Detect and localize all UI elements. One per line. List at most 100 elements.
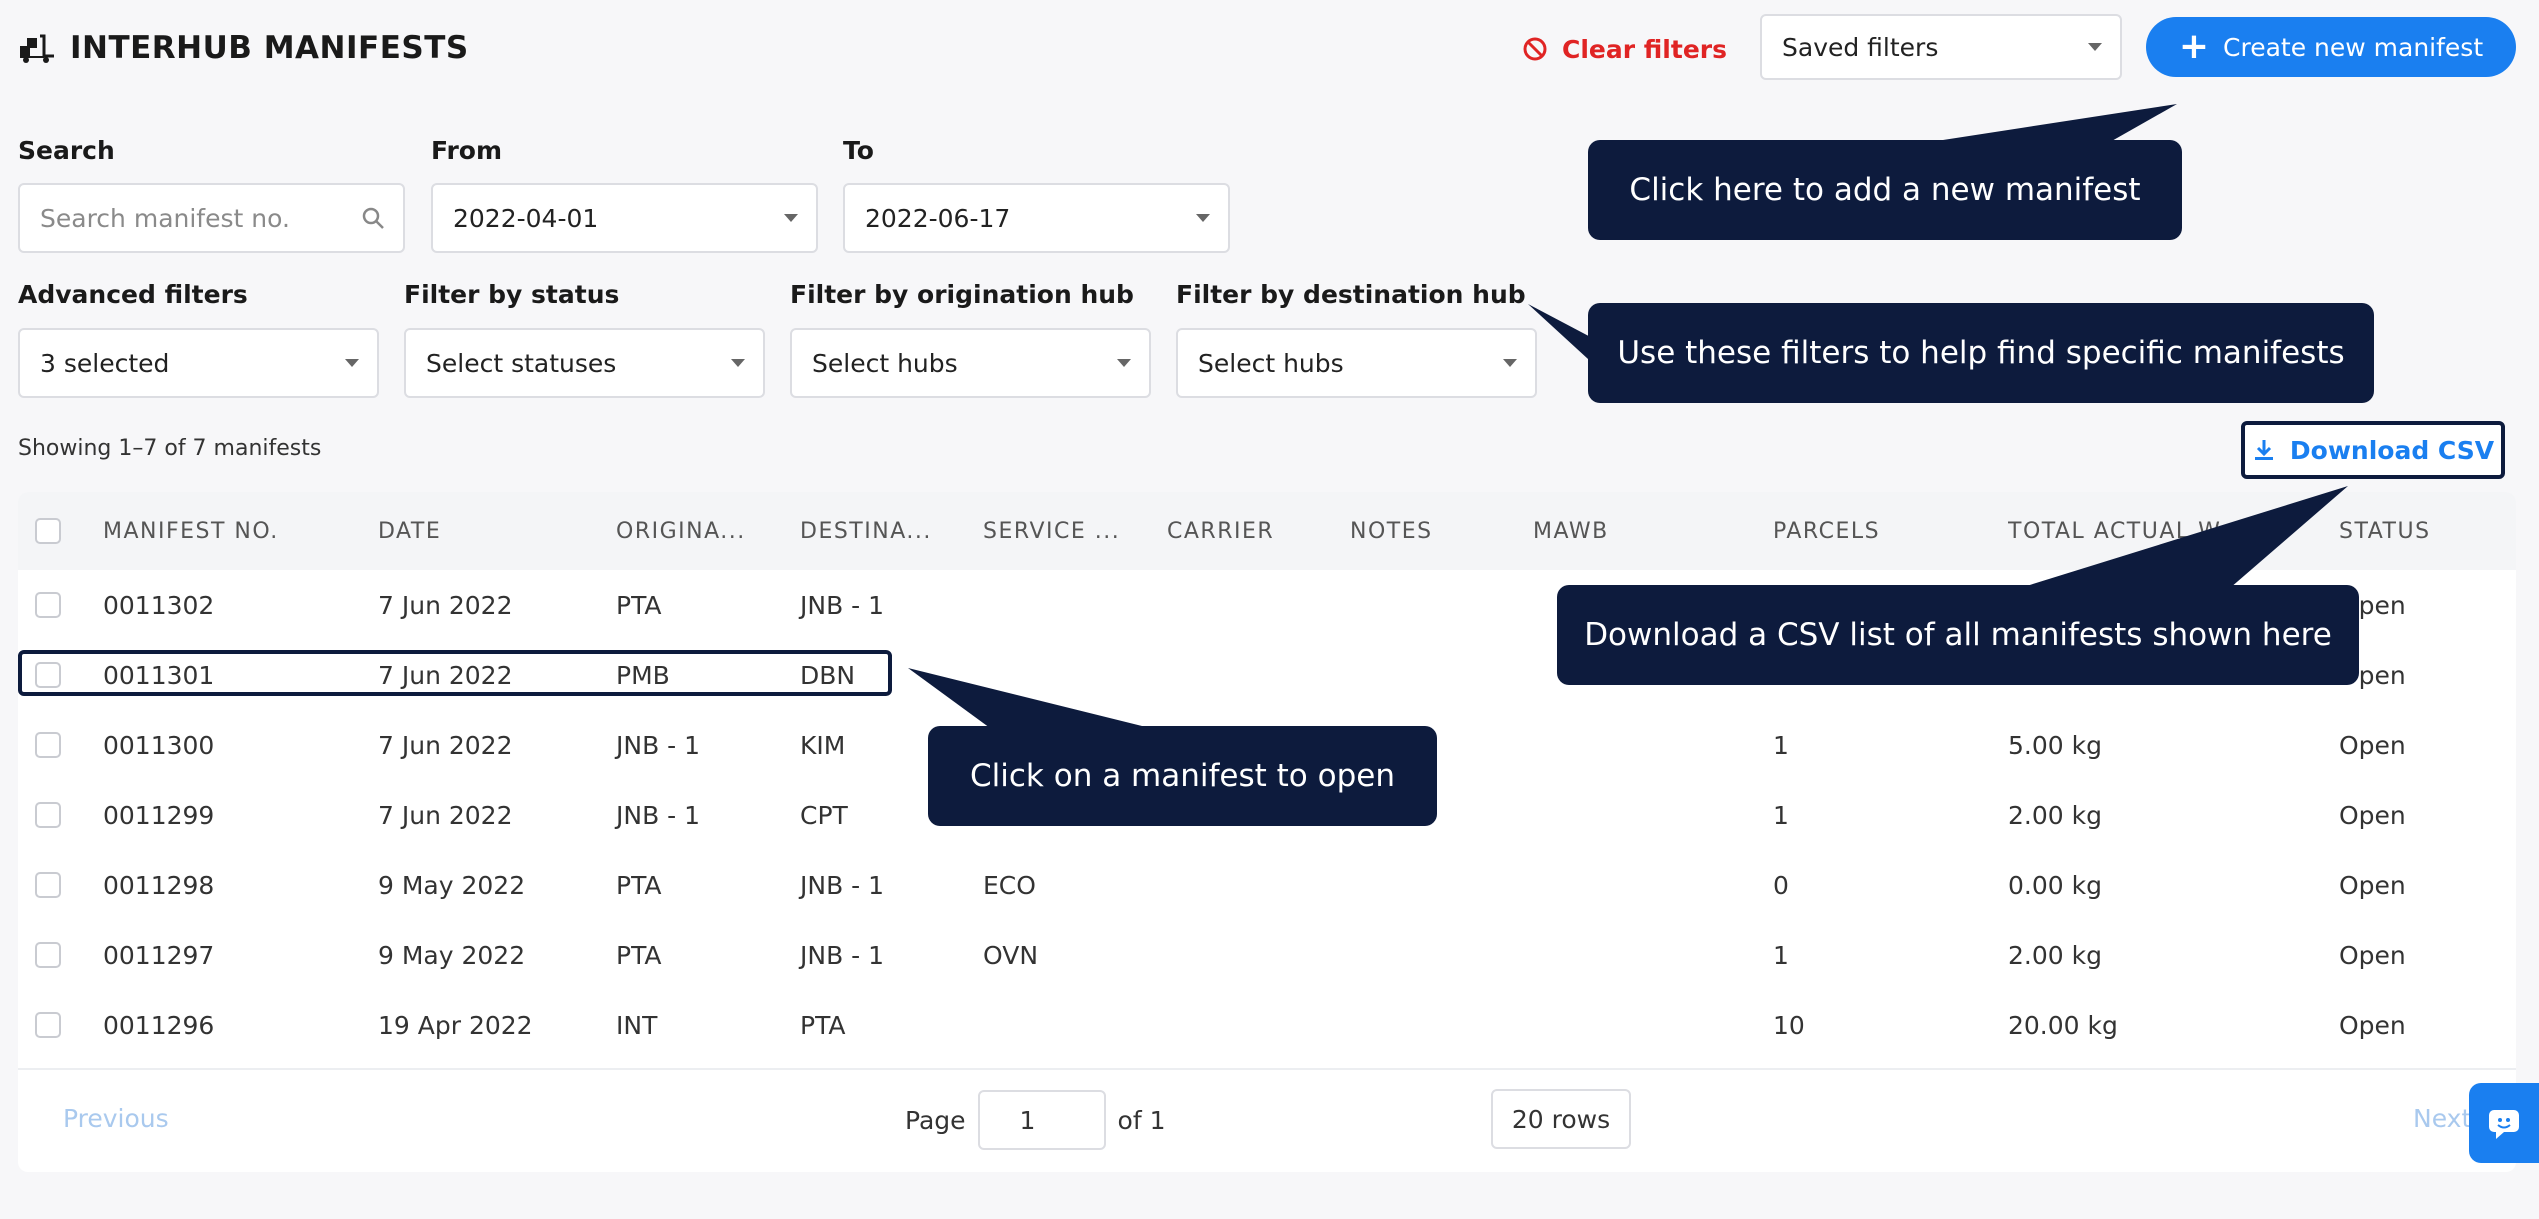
- cell-parcels: 10: [1773, 1010, 1805, 1040]
- previous-page-button[interactable]: Previous: [63, 1104, 169, 1133]
- cell-parcels: 1: [1773, 940, 1789, 970]
- to-date-select[interactable]: 2022-06-17: [843, 183, 1230, 253]
- cell-parcels: 1: [1773, 800, 1789, 830]
- saved-filters-select[interactable]: Saved filters: [1760, 14, 2122, 80]
- plus-icon: +: [2178, 26, 2210, 67]
- cell-parcels: 0: [1773, 870, 1789, 900]
- advanced-filters-label: Advanced filters: [18, 280, 248, 309]
- page-indicator: Page 1 of 1: [905, 1090, 1166, 1150]
- cell-origin: JNB - 1: [616, 800, 701, 830]
- status-filter-select[interactable]: Select statuses: [404, 328, 765, 398]
- cell-destination: KIM: [800, 730, 846, 760]
- create-callout-pointer: [1930, 104, 2177, 142]
- table-row[interactable]: 0011297 9 May 2022 PTA JNB - 1 OVN 1 2.00 kg Op…: [18, 920, 2516, 990]
- cell-date: 19 Apr 2022: [378, 1010, 533, 1040]
- table-row[interactable]: 0011298 9 May 2022 PTA JNB - 1 ECO 0 0.00 kg Op…: [18, 850, 2516, 920]
- warehouse-cart-icon: [20, 34, 54, 63]
- clear-filters-button[interactable]: Clear filters: [1522, 30, 1727, 68]
- page-total: of 1: [1117, 1105, 1166, 1135]
- table-header: MANIFEST NO. DATE ORIGINA... DESTINA... …: [18, 492, 2516, 570]
- pager-divider: [18, 1068, 2516, 1070]
- row-checkbox[interactable]: [35, 802, 61, 828]
- to-date-value: 2022-06-17: [865, 203, 1011, 233]
- cell-weight: 2.00 kg: [2008, 800, 2102, 830]
- column-header-service[interactable]: SERVICE ...: [983, 492, 1143, 570]
- cell-service: ECO: [983, 870, 1036, 900]
- chevron-down-icon: [345, 359, 359, 367]
- row-checkbox[interactable]: [35, 592, 61, 618]
- search-label: Search: [18, 136, 115, 165]
- column-header-carrier[interactable]: CARRIER: [1167, 492, 1327, 570]
- destination-filter-label: Filter by destination hub: [1176, 280, 1526, 309]
- chat-icon: [2489, 1110, 2519, 1139]
- row-checkbox[interactable]: [35, 942, 61, 968]
- cell-destination: JNB - 1: [800, 870, 885, 900]
- filters-callout: Use these filters to help find specific …: [1588, 303, 2374, 403]
- cell-status: Open: [2339, 870, 2406, 900]
- chevron-down-icon: [1117, 359, 1131, 367]
- column-header-manifest[interactable]: MANIFEST NO.: [103, 492, 353, 570]
- create-manifest-label: Create new manifest: [2223, 32, 2484, 62]
- cell-date: 9 May 2022: [378, 870, 526, 900]
- from-date-value: 2022-04-01: [453, 203, 599, 233]
- page-title: INTERHUB MANIFESTS: [70, 30, 469, 66]
- cell-date: 7 Jun 2022: [378, 590, 513, 620]
- cell-parcels: 1: [1773, 730, 1789, 760]
- destination-hub-select[interactable]: Select hubs: [1176, 328, 1537, 398]
- search-input[interactable]: [40, 203, 340, 233]
- rows-per-page-select[interactable]: 20 rows: [1491, 1089, 1631, 1149]
- row-checkbox[interactable]: [35, 732, 61, 758]
- search-icon[interactable]: [361, 206, 385, 230]
- create-manifest-button[interactable]: + Create new manifest: [2146, 17, 2516, 77]
- column-header-notes[interactable]: NOTES: [1350, 492, 1510, 570]
- chevron-down-icon: [784, 214, 798, 222]
- next-page-button[interactable]: Next: [2413, 1104, 2471, 1133]
- destination-hub-value: Select hubs: [1198, 348, 1344, 378]
- column-header-status[interactable]: STATUS: [2339, 492, 2499, 570]
- saved-filters-value: Saved filters: [1782, 32, 1939, 62]
- to-label: To: [843, 136, 874, 165]
- row-checkbox[interactable]: [35, 1012, 61, 1038]
- origin-hub-select[interactable]: Select hubs: [790, 328, 1151, 398]
- cell-manifest-no: 0011296: [103, 1010, 215, 1040]
- origin-filter-label: Filter by origination hub: [790, 280, 1134, 309]
- table-row[interactable]: 0011296 19 Apr 2022 INT PTA 10 20.00 kg Open: [18, 990, 2516, 1060]
- cell-service: OVN: [983, 940, 1039, 970]
- chevron-down-icon: [1196, 214, 1210, 222]
- cell-destination: PTA: [800, 1010, 846, 1040]
- cell-origin: PTA: [616, 870, 662, 900]
- cell-weight: 2.00 kg: [2008, 940, 2102, 970]
- cell-weight: 5.00 kg: [2008, 730, 2102, 760]
- row-highlight-frame: [18, 650, 892, 696]
- select-all-checkbox[interactable]: [35, 518, 61, 544]
- cell-date: 7 Jun 2022: [378, 800, 513, 830]
- page-number-input[interactable]: 1: [977, 1090, 1106, 1150]
- column-header-mawb[interactable]: MAWB: [1533, 492, 1733, 570]
- advanced-filters-value: 3 selected: [40, 348, 170, 378]
- advanced-filters-select[interactable]: 3 selected: [18, 328, 379, 398]
- from-label: From: [431, 136, 503, 165]
- column-header-destination[interactable]: DESTINA...: [800, 492, 960, 570]
- clear-filters-label: Clear filters: [1562, 34, 1727, 64]
- status-filter-value: Select statuses: [426, 348, 617, 378]
- download-icon: [2254, 440, 2273, 460]
- cell-destination: CPT: [800, 800, 848, 830]
- chevron-down-icon: [2088, 43, 2102, 51]
- cell-weight: 0.00 kg: [2008, 870, 2102, 900]
- create-manifest-callout: Click here to add a new manifest: [1588, 140, 2182, 240]
- chat-widget-button[interactable]: [2469, 1083, 2539, 1163]
- download-csv-button[interactable]: Download CSV: [2241, 421, 2505, 479]
- cell-manifest-no: 0011300: [103, 730, 215, 760]
- cell-status: Open: [2339, 730, 2406, 760]
- from-date-select[interactable]: 2022-04-01: [431, 183, 818, 253]
- cell-manifest-no: 0011297: [103, 940, 215, 970]
- row-checkbox[interactable]: [35, 872, 61, 898]
- column-header-date[interactable]: DATE: [378, 492, 558, 570]
- results-summary: Showing 1–7 of 7 manifests: [18, 436, 322, 461]
- chevron-down-icon: [731, 359, 745, 367]
- column-header-parcels[interactable]: PARCELS: [1773, 492, 1973, 570]
- column-header-origin[interactable]: ORIGINA...: [616, 492, 776, 570]
- cell-destination: JNB - 1: [800, 940, 885, 970]
- cell-origin: PTA: [616, 940, 662, 970]
- column-header-weight[interactable]: TOTAL ACTUAL W...: [2008, 492, 2298, 570]
